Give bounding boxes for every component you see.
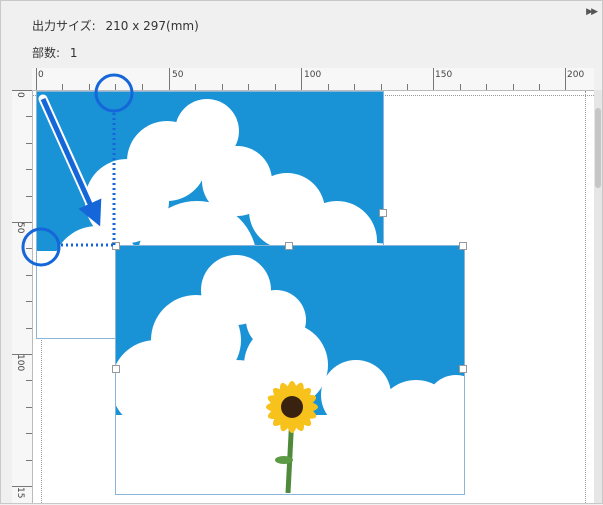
- vertical-scrollbar[interactable]: [594, 90, 602, 503]
- ruler-label-200: 200: [567, 70, 585, 80]
- ruler-label-100: 100: [304, 70, 322, 80]
- copies-value: 1: [69, 46, 78, 60]
- page-canvas[interactable]: [33, 91, 594, 503]
- resize-handle-top-right[interactable]: [459, 242, 467, 250]
- margin-guide-right: [585, 91, 586, 503]
- vertical-ruler: 0 50 100 15: [12, 90, 33, 503]
- print-preview-panel: 出力サイズ: 210 x 297(mm) 部数: 1 ▶▶ 0 50 100 1…: [0, 0, 603, 504]
- scrollbar-thumb[interactable]: [595, 108, 601, 188]
- ruler-label-v0: 0: [15, 92, 25, 98]
- resize-handle-original-right[interactable]: [379, 209, 387, 217]
- ruler-label-150: 150: [435, 70, 453, 80]
- resize-handle-top-left[interactable]: [112, 242, 120, 250]
- output-size-label: 出力サイズ:: [32, 19, 96, 33]
- output-size-value: 210 x 297(mm): [105, 19, 199, 33]
- ruler-label-v50: 50: [15, 222, 25, 234]
- horizontal-ruler: 0 50 100 150 200: [32, 68, 594, 91]
- double-chevron-right-icon[interactable]: ▶▶: [586, 7, 598, 17]
- resize-handle-left[interactable]: [112, 365, 120, 373]
- ruler-label-50: 50: [172, 70, 184, 80]
- resize-handle-top[interactable]: [285, 242, 293, 250]
- ruler-label-v100: 100: [15, 354, 25, 372]
- ruler-label-v150: 15: [15, 487, 25, 499]
- ruler-label-0: 0: [38, 70, 44, 80]
- output-size-info: 出力サイズ: 210 x 297(mm): [32, 17, 199, 34]
- copies-label: 部数:: [32, 46, 61, 60]
- sky-sunflower-image: [116, 245, 464, 493]
- photo-moved-position[interactable]: [116, 245, 464, 493]
- resize-handle-right[interactable]: [459, 365, 467, 373]
- copies-info: 部数: 1: [32, 44, 78, 61]
